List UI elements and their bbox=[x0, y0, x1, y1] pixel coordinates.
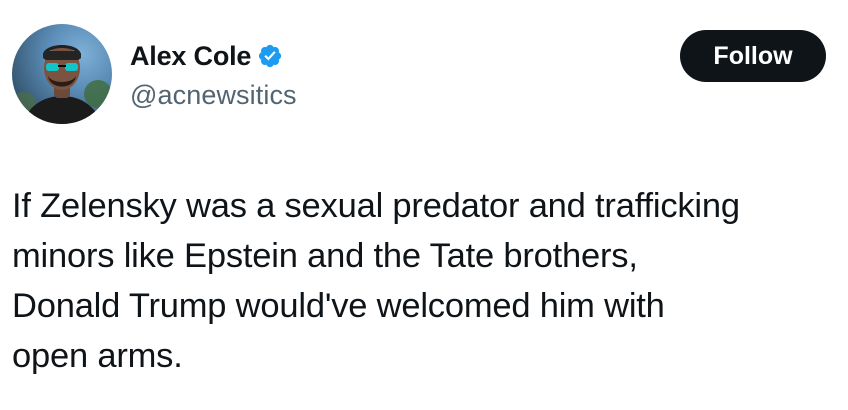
tweet-header: Alex Cole @acnewsitics Follow bbox=[12, 24, 836, 128]
name-row: Alex Cole bbox=[130, 38, 297, 74]
user-handle[interactable]: @acnewsitics bbox=[130, 80, 297, 111]
display-name[interactable]: Alex Cole bbox=[130, 41, 251, 72]
tweet-text: If Zelensky was a sexual predator and tr… bbox=[12, 187, 740, 375]
user-avatar-photo-icon bbox=[12, 45, 112, 124]
tweet-card: Alex Cole @acnewsitics Follow If Zelensk… bbox=[0, 0, 848, 410]
avatar[interactable] bbox=[12, 24, 112, 124]
user-info: Alex Cole @acnewsitics bbox=[130, 38, 297, 118]
follow-button[interactable]: Follow bbox=[680, 30, 826, 82]
verified-badge-icon bbox=[257, 43, 283, 69]
